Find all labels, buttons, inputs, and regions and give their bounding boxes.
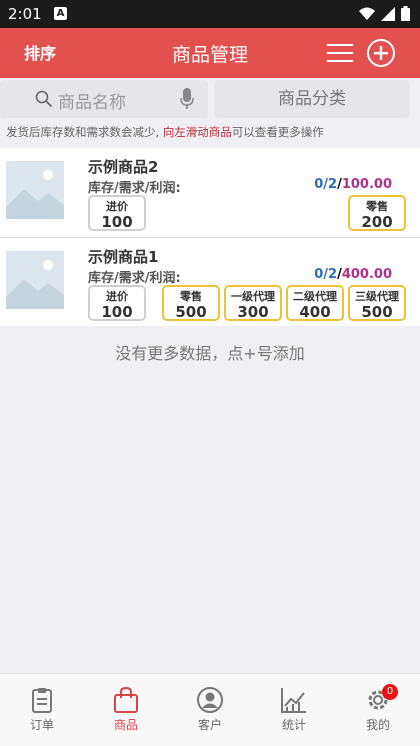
stock-demand-profit-label: 库存/需求/利润: bbox=[88, 271, 181, 286]
page-title: 商品管理 bbox=[171, 44, 248, 66]
product-image-placeholder-icon bbox=[6, 251, 64, 309]
microphone-icon[interactable] bbox=[180, 88, 194, 110]
status-bar: 2:01 A bbox=[0, 0, 420, 28]
product-list: 示例商品2 库存/需求/利润: 0/2/100.00 进价 100 零售 200… bbox=[0, 148, 420, 326]
retail-price-box[interactable]: 零售 200 bbox=[348, 195, 406, 231]
price-value: 200 bbox=[361, 213, 393, 231]
app-header: 排序 商品管理 bbox=[0, 28, 420, 78]
tab-statistics[interactable]: 统计 bbox=[252, 686, 336, 733]
stock-demand-profit-value: 0/2/100.00 bbox=[314, 177, 392, 192]
product-image-placeholder-icon bbox=[6, 161, 64, 219]
notification-a-icon: A bbox=[54, 7, 67, 20]
stock-demand-profit-value: 0/2/400.00 bbox=[314, 267, 392, 282]
tab-customers[interactable]: 客户 bbox=[168, 686, 252, 733]
add-product-icon[interactable] bbox=[366, 38, 396, 68]
demand-value: 2 bbox=[328, 177, 338, 192]
user-icon bbox=[197, 687, 223, 713]
notification-badge: 0 bbox=[382, 684, 398, 700]
bottom-tab-bar: 订单 商品 客户 统计 0 我的 bbox=[0, 673, 420, 746]
product-item[interactable]: 示例商品2 库存/需求/利润: 0/2/100.00 进价 100 零售 200 bbox=[0, 148, 420, 237]
price-value: 500 bbox=[361, 303, 393, 321]
purchase-price-box[interactable]: 进价 100 bbox=[88, 285, 146, 321]
category-filter-button[interactable]: 商品分类 bbox=[214, 80, 410, 118]
product-name: 示例商品1 bbox=[88, 248, 159, 266]
product-name: 示例商品2 bbox=[88, 158, 159, 176]
price-value: 300 bbox=[237, 303, 269, 321]
search-bar: 商品名称 商品分类 bbox=[0, 78, 420, 120]
tab-orders[interactable]: 订单 bbox=[0, 686, 84, 733]
search-icon bbox=[35, 90, 53, 108]
tab-label: 订单 bbox=[29, 718, 54, 732]
search-input[interactable]: 商品名称 bbox=[0, 80, 208, 118]
hint-prefix: 发货后库存数和需求数会减少, bbox=[6, 125, 163, 139]
price-value: 100 bbox=[101, 303, 133, 321]
battery-icon bbox=[401, 6, 410, 21]
profit-value: 100.00 bbox=[341, 177, 392, 192]
wifi-icon bbox=[359, 7, 375, 20]
retail-price-box[interactable]: 零售 500 bbox=[162, 285, 220, 321]
menu-icon[interactable] bbox=[327, 43, 353, 63]
tier1-agent-price-box[interactable]: 一级代理 300 bbox=[224, 285, 282, 321]
tab-label: 我的 bbox=[365, 718, 390, 732]
price-label: 零售 bbox=[366, 200, 388, 213]
price-label: 进价 bbox=[106, 200, 128, 213]
profit-value: 400.00 bbox=[341, 267, 392, 282]
price-label: 二级代理 bbox=[293, 290, 337, 303]
search-placeholder: 商品名称 bbox=[58, 93, 126, 113]
signal-icon bbox=[381, 6, 395, 21]
tab-products[interactable]: 商品 bbox=[84, 686, 168, 733]
no-more-data-text: 没有更多数据，点+号添加 bbox=[115, 344, 305, 363]
hint-highlight: 向左滑动商品 bbox=[162, 125, 232, 139]
system-icons bbox=[359, 6, 410, 21]
stock-value: 0 bbox=[314, 177, 324, 192]
demand-value: 2 bbox=[328, 267, 338, 282]
stock-demand-profit-label: 库存/需求/利润: bbox=[88, 181, 181, 196]
price-label: 一级代理 bbox=[231, 290, 275, 303]
clipboard-icon bbox=[32, 688, 52, 713]
tab-mine[interactable]: 0 我的 bbox=[336, 684, 420, 733]
shopping-bag-icon bbox=[114, 686, 138, 713]
price-value: 400 bbox=[299, 303, 331, 321]
price-label: 三级代理 bbox=[355, 290, 399, 303]
price-label: 进价 bbox=[106, 290, 128, 303]
purchase-price-box[interactable]: 进价 100 bbox=[88, 195, 146, 231]
status-time: 2:01 bbox=[8, 5, 42, 23]
hint-suffix: 可以查看更多操作 bbox=[231, 125, 324, 139]
price-value: 100 bbox=[101, 213, 133, 231]
price-value: 500 bbox=[175, 303, 207, 321]
tier2-agent-price-box[interactable]: 二级代理 400 bbox=[286, 285, 344, 321]
price-label: 零售 bbox=[180, 290, 202, 303]
product-item[interactable]: 示例商品1 库存/需求/利润: 0/2/400.00 进价 100 零售 500… bbox=[0, 237, 420, 326]
tab-label: 统计 bbox=[281, 718, 306, 732]
tab-label: 商品 bbox=[113, 718, 138, 732]
stock-value: 0 bbox=[314, 267, 324, 282]
tier3-agent-price-box[interactable]: 三级代理 500 bbox=[348, 285, 406, 321]
hint-text: 发货后库存数和需求数会减少, 向左滑动商品可以查看更多操作 bbox=[6, 124, 324, 140]
chart-icon bbox=[281, 688, 306, 713]
tab-label: 客户 bbox=[197, 718, 222, 732]
